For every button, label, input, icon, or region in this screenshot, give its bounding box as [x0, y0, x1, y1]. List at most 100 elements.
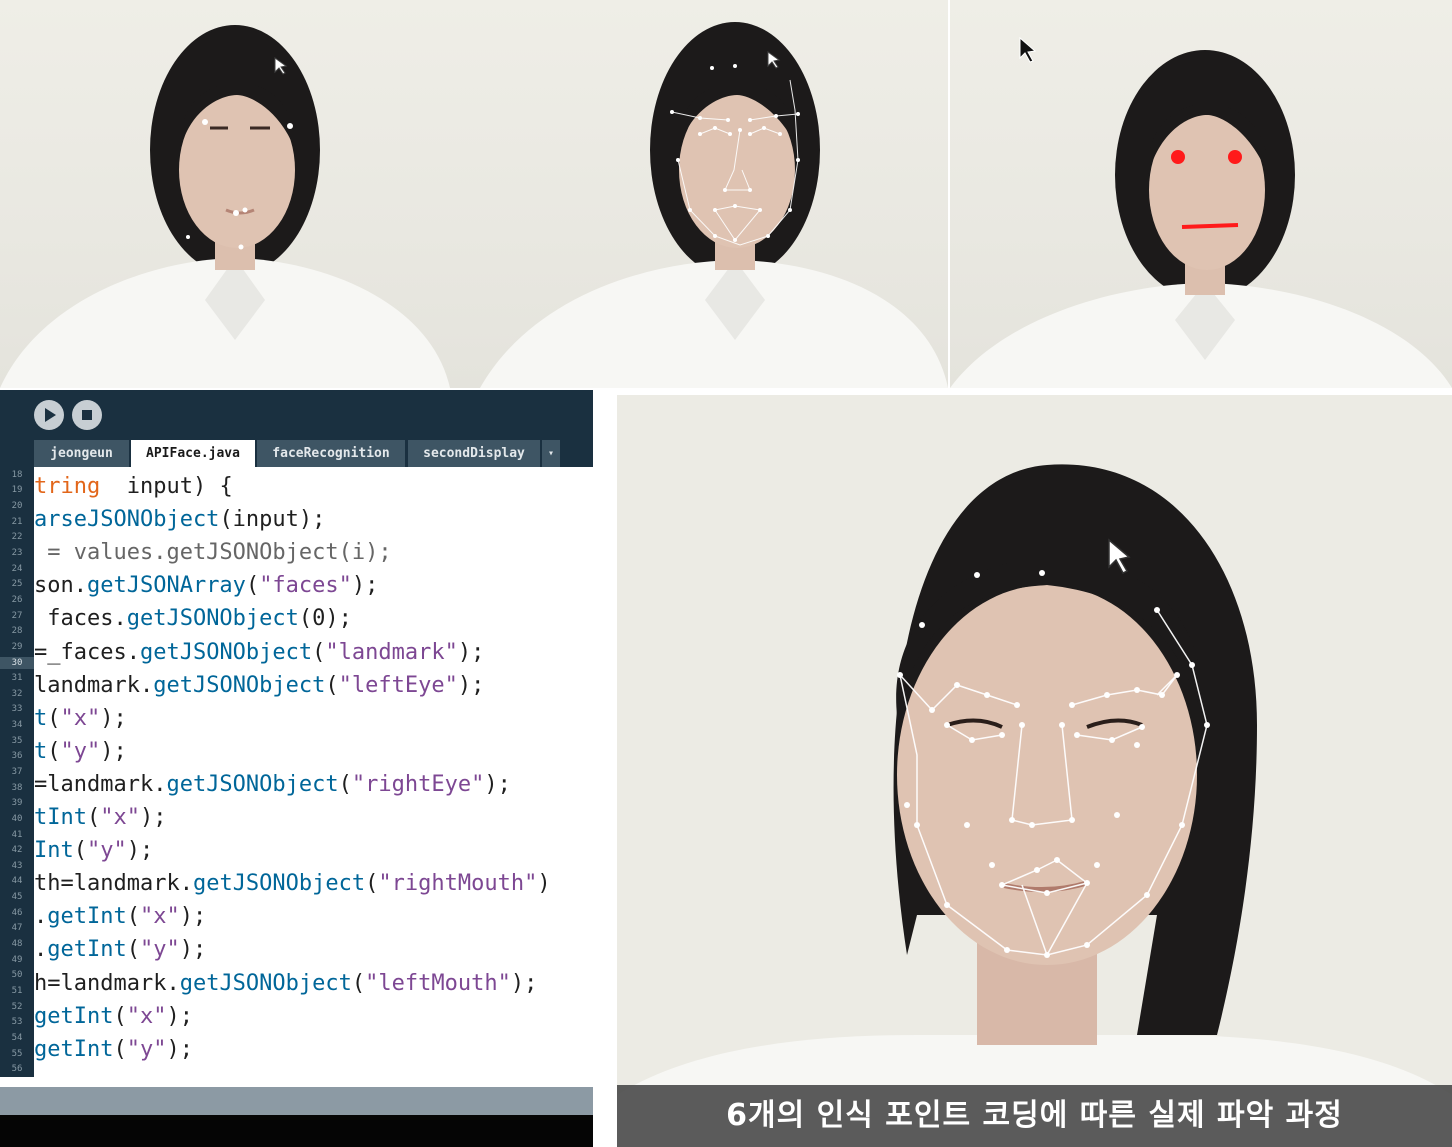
- code-token: .: [34, 937, 48, 963]
- code-line: arseJSONObject(input);: [34, 503, 325, 536]
- code-token: (: [73, 838, 87, 864]
- line-number: 42: [11, 845, 23, 856]
- line-number: 50: [11, 970, 23, 981]
- code-token: ): [537, 871, 551, 897]
- code-token: );: [351, 573, 379, 599]
- line-number: 56: [11, 1064, 23, 1075]
- line-number: 35: [11, 735, 23, 746]
- code-line: .getInt("x");: [34, 900, 206, 933]
- code-token: input) {: [100, 474, 233, 499]
- code-token: landmark.: [34, 672, 154, 698]
- processing-ide-window: jeongeun APIFace.java faceRecognition se…: [0, 390, 593, 1147]
- editor-bottom-margin: [0, 1077, 593, 1087]
- tab-second-display[interactable]: secondDisplay: [408, 440, 540, 467]
- line-number: 31: [11, 673, 23, 684]
- line-number: 51: [11, 985, 23, 996]
- line-number: 26: [11, 594, 23, 605]
- code-token: .: [34, 904, 48, 930]
- code-token: getInt: [34, 1036, 114, 1062]
- code-token: "y": [126, 1036, 167, 1062]
- code-token: "leftEye": [338, 672, 458, 698]
- code-token: (: [126, 937, 140, 963]
- face-illustration: [0, 25, 450, 388]
- code-token: getJSONArray: [86, 573, 246, 599]
- code-token: "x": [126, 1003, 167, 1029]
- stop-icon: [82, 410, 92, 420]
- line-number: 45: [11, 892, 23, 903]
- code-line: son.getJSONArray("faces");: [34, 569, 378, 602]
- code-token: faces.: [34, 606, 127, 632]
- code-token: "y": [87, 838, 127, 864]
- cursor-icon: [1019, 36, 1037, 63]
- code-token: tInt: [34, 805, 87, 830]
- line-number: 20: [11, 501, 23, 512]
- code-token: "faces": [259, 573, 352, 599]
- editor-tabs: jeongeun APIFace.java faceRecognition se…: [0, 440, 593, 467]
- code-token: arseJSONObject: [34, 507, 220, 533]
- line-number: 34: [11, 720, 23, 731]
- play-icon: [45, 408, 56, 422]
- left-eye-marker: [1171, 150, 1185, 164]
- line-number: 48: [11, 939, 23, 950]
- code-token: (: [325, 672, 339, 698]
- code-token: (: [351, 970, 366, 996]
- code-token: );: [139, 805, 167, 830]
- line-number: 46: [11, 907, 23, 918]
- code-token: t: [34, 738, 48, 764]
- code-token: "landmark": [325, 639, 458, 665]
- code-token: getJSONObject: [179, 970, 352, 996]
- line-number: 32: [11, 688, 23, 699]
- code-line: h=landmark.getJSONObject("leftMouth");: [34, 967, 537, 1000]
- code-token: "rightEye": [351, 771, 485, 797]
- code-token: "leftMouth": [365, 970, 511, 996]
- code-token: (: [113, 1036, 127, 1062]
- tab-apiface-java[interactable]: APIFace.java: [131, 440, 255, 467]
- code-token: (: [47, 738, 61, 764]
- line-number: 47: [11, 923, 23, 934]
- code-token: );: [457, 672, 485, 698]
- code-editor[interactable]: tring input) { arseJSONObject(input); = v…: [34, 467, 593, 1077]
- code-token: tring: [34, 474, 101, 499]
- code-token: "y": [60, 738, 101, 764]
- code-line: =_faces.getJSONObject("landmark");: [34, 636, 484, 669]
- code-token: "y": [139, 937, 180, 963]
- line-number: 37: [11, 767, 23, 777]
- face-photo-red-markers: [950, 0, 1452, 388]
- code-token: (: [113, 1003, 127, 1029]
- code-token: h=landmark.: [34, 970, 180, 996]
- code-token: getInt: [47, 937, 127, 963]
- line-number: 19: [11, 485, 23, 496]
- line-number: 22: [11, 532, 23, 543]
- run-button[interactable]: [34, 400, 64, 430]
- face-photo-landmark-mesh: [450, 0, 948, 388]
- code-token: (: [245, 573, 260, 599]
- ide-toolbar: [0, 390, 593, 440]
- code-token: );: [457, 639, 485, 665]
- code-token: =landmark.: [34, 771, 167, 797]
- code-token: =_faces.: [34, 639, 140, 665]
- code-token: (: [312, 639, 326, 665]
- code-line: getInt("y");: [34, 1033, 193, 1066]
- line-number: 55: [11, 1048, 23, 1059]
- tab-jeongeun[interactable]: jeongeun: [34, 440, 129, 467]
- stop-button[interactable]: [72, 400, 102, 430]
- code-token: Int: [34, 838, 74, 864]
- code-token: getInt: [34, 1003, 114, 1029]
- line-number: 52: [11, 1001, 23, 1012]
- line-number: 29: [11, 641, 23, 652]
- code-line: faces.getJSONObject(0);: [34, 602, 352, 635]
- code-line: getInt("x");: [34, 1000, 193, 1033]
- code-token: );: [126, 838, 154, 864]
- caption-bar: 6개의 인식 포인트 코딩에 따른 실제 파악 과정: [617, 1085, 1452, 1147]
- code-token: );: [166, 1003, 193, 1029]
- line-number: 38: [11, 782, 23, 793]
- code-line: .getInt("y");: [34, 933, 206, 966]
- code-token: getJSONObject: [153, 672, 326, 698]
- line-number: 49: [11, 954, 23, 965]
- tab-face-recognition[interactable]: faceRecognition: [257, 440, 405, 467]
- tab-menu-button[interactable]: ▾: [542, 440, 560, 467]
- line-number: 30: [0, 656, 34, 669]
- code-token: = values.getJSONObject(i);: [34, 540, 392, 566]
- code-line: t("x");: [34, 702, 127, 735]
- code-token: );: [100, 705, 127, 731]
